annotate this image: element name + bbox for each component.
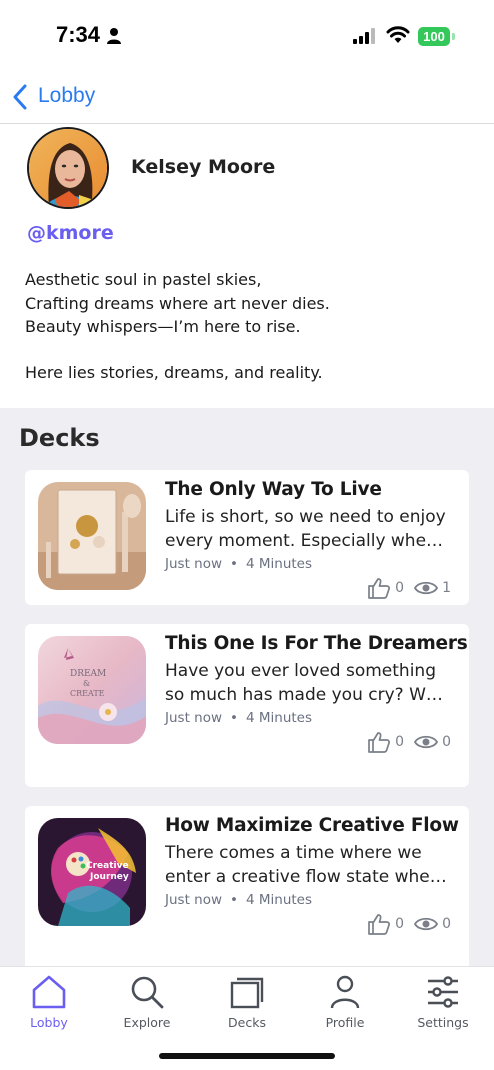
thumbs-up-icon[interactable] xyxy=(367,577,391,599)
tab-label: Lobby xyxy=(30,1015,68,1030)
view-count: 0 xyxy=(442,734,451,750)
thumbs-up-icon[interactable] xyxy=(367,731,391,753)
deck-duration: 4 Minutes xyxy=(245,892,313,908)
sliders-icon xyxy=(428,976,458,1008)
deck-card[interactable]: DREAM & CREATE This One Is For The Dream… xyxy=(25,624,469,787)
deck-card[interactable]: The Only Way To Live Life is short, so w… xyxy=(25,470,469,605)
deck-description-line: Life is short, so we need to enjoy xyxy=(165,507,446,527)
view-count: 1 xyxy=(442,580,451,596)
chevron-left-icon[interactable] xyxy=(12,84,28,110)
deck-thumbnail-image xyxy=(38,482,146,590)
deck-thumbnail-image: Creative Journey xyxy=(38,818,146,926)
battery-tip xyxy=(452,33,455,40)
deck-title: The Only Way To Live xyxy=(165,479,382,500)
wifi-icon xyxy=(386,26,410,43)
bio-line: Beauty whispers—I’m here to rise. xyxy=(25,317,301,336)
meta-separator: • xyxy=(230,556,238,572)
deck-description: Life is short, so we need to enjoy every… xyxy=(165,506,460,553)
meta-separator: • xyxy=(230,710,238,726)
deck-thumbnail-image: DREAM & CREATE xyxy=(38,636,146,744)
thumbs-up-icon[interactable] xyxy=(367,913,391,935)
deck-meta: Just now • 4 Minutes xyxy=(165,710,312,726)
avatar-image xyxy=(29,129,107,207)
tab-label: Settings xyxy=(417,1015,469,1030)
bio-line: Here lies stories, dreams, and reality. xyxy=(25,362,323,382)
svg-text:Journey: Journey xyxy=(89,872,129,882)
eye-icon xyxy=(414,735,439,749)
svg-text:CREATE: CREATE xyxy=(70,689,105,698)
deck-title: How Maximize Creative Flow xyxy=(165,815,459,836)
deck-stats: 0 1 xyxy=(367,577,451,599)
deck-meta: Just now • 4 Minutes xyxy=(165,556,312,572)
like-count: 0 xyxy=(395,580,405,596)
deck-description-line: There comes a time where we xyxy=(165,843,422,863)
status-time: 7:34 xyxy=(56,22,101,47)
status-bar: 7:34 100 xyxy=(0,0,494,72)
deck-stats: 0 0 xyxy=(367,913,451,935)
deck-card[interactable]: Creative Journey How Maximize Creative F… xyxy=(25,806,469,966)
deck-duration: 4 Minutes xyxy=(245,556,313,572)
person-icon xyxy=(330,975,360,1009)
svg-text:DREAM: DREAM xyxy=(70,669,106,679)
navigation-bar: Lobby xyxy=(0,72,494,124)
svg-text:Creative: Creative xyxy=(86,861,129,871)
eye-icon xyxy=(414,581,439,595)
tab-label: Decks xyxy=(228,1015,266,1030)
cellular-signal-icon xyxy=(353,28,375,44)
bio-line: Aesthetic soul in pastel skies, xyxy=(25,270,262,289)
person-status-icon xyxy=(107,28,121,44)
view-count: 0 xyxy=(442,916,451,932)
deck-meta: Just now • 4 Minutes xyxy=(165,892,312,908)
eye-icon xyxy=(414,917,439,931)
deck-description-line: every moment. Especially whe… xyxy=(165,530,444,551)
deck-thumbnail xyxy=(38,482,146,590)
deck-thumbnail: Creative Journey xyxy=(38,818,146,926)
profile-header: Kelsey Moore @kmore Aesthetic soul in pa… xyxy=(0,124,494,408)
tab-profile[interactable]: Profile xyxy=(296,973,394,1030)
deck-description: There comes a time where we enter a crea… xyxy=(165,842,460,889)
profile-name: Kelsey Moore xyxy=(131,156,276,178)
tab-label: Profile xyxy=(325,1015,365,1030)
tab-explore[interactable]: Explore xyxy=(98,973,196,1030)
tab-label: Explore xyxy=(123,1015,171,1030)
tab-lobby[interactable]: Lobby xyxy=(0,973,98,1030)
cards-icon xyxy=(230,977,264,1009)
home-icon xyxy=(32,975,66,1009)
svg-text:&: & xyxy=(83,679,90,688)
tab-decks[interactable]: Decks xyxy=(198,973,296,1030)
like-count: 0 xyxy=(395,734,405,750)
deck-duration: 4 Minutes xyxy=(245,710,313,726)
profile-bio: Aesthetic soul in pastel skies, Crafting… xyxy=(25,268,330,384)
deck-timestamp: Just now xyxy=(165,892,223,908)
meta-separator: • xyxy=(230,892,238,908)
like-count: 0 xyxy=(395,916,405,932)
search-icon xyxy=(131,976,164,1009)
bio-spacer xyxy=(25,339,330,361)
decks-heading: Decks xyxy=(19,424,100,452)
deck-description-line: Have you ever loved something xyxy=(165,661,436,681)
home-indicator xyxy=(159,1053,335,1059)
avatar xyxy=(27,127,109,209)
decks-section: Decks The Only Way To Live Life is short… xyxy=(0,408,494,966)
tab-settings[interactable]: Settings xyxy=(394,973,492,1030)
deck-timestamp: Just now xyxy=(165,710,223,726)
deck-description-line: enter a creative flow state whe… xyxy=(165,866,447,887)
battery-indicator: 100 xyxy=(418,27,450,46)
deck-description-line: so much has made you cry? W… xyxy=(165,684,443,705)
profile-handle[interactable]: @kmore xyxy=(27,222,114,244)
deck-thumbnail: DREAM & CREATE xyxy=(38,636,146,744)
bio-line: Crafting dreams where art never dies. xyxy=(25,293,330,313)
back-button[interactable]: Lobby xyxy=(38,84,95,108)
deck-description: Have you ever loved something so much ha… xyxy=(165,660,460,707)
deck-title: This One Is For The Dreamers xyxy=(165,633,468,654)
deck-stats: 0 0 xyxy=(367,731,451,753)
deck-timestamp: Just now xyxy=(165,556,223,572)
